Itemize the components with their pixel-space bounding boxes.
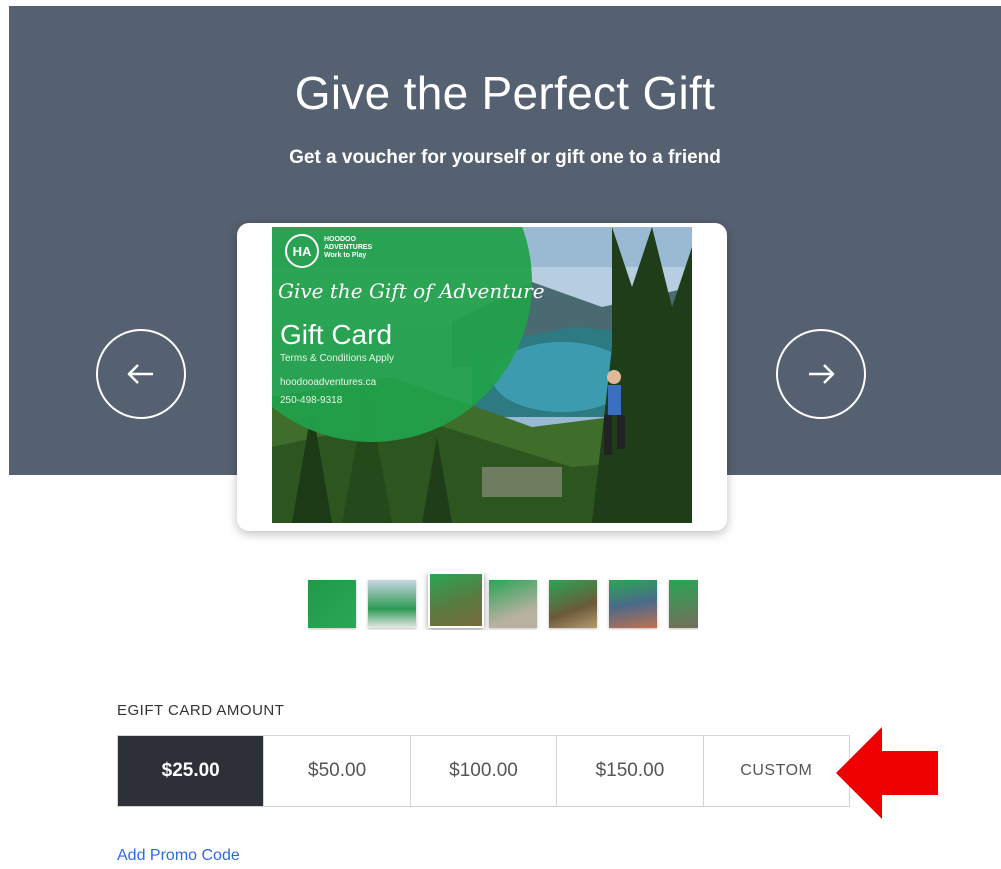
thumbnail-4[interactable] xyxy=(489,580,537,628)
brand-logo: HA xyxy=(285,234,319,268)
amount-selector: $25.00 $50.00 $100.00 $150.00 CUSTOM xyxy=(117,735,850,807)
amount-option-150[interactable]: $150.00 xyxy=(556,736,702,806)
thumbnail-3[interactable] xyxy=(428,572,484,628)
gift-card-phone: 250-498-9318 xyxy=(280,395,343,406)
carousel-next-button[interactable] xyxy=(776,329,866,419)
mountain-landscape-image xyxy=(272,227,692,523)
amount-option-100[interactable]: $100.00 xyxy=(409,736,556,806)
arrow-right-icon xyxy=(809,364,835,384)
page-title: Give the Perfect Gift xyxy=(294,67,716,119)
red-arrow-left-icon xyxy=(836,727,938,819)
thumbnail-6[interactable] xyxy=(609,580,657,628)
thumbnail-2[interactable] xyxy=(368,580,416,628)
gift-card-script-title: Give the Gift of Adventure xyxy=(278,279,545,303)
egift-amount-label: EGIFT CARD AMOUNT xyxy=(117,702,285,719)
brand-name: HOODOO ADVENTURES Work to Play xyxy=(324,236,373,259)
gift-card-website: hoodooadventures.ca xyxy=(280,377,377,388)
thumbnail-strip xyxy=(308,572,698,630)
thumbnail-5[interactable] xyxy=(549,580,597,628)
carousel-prev-button[interactable] xyxy=(96,329,186,419)
page-subtitle: Get a voucher for yourself or gift one t… xyxy=(289,147,721,168)
thumbnail-1[interactable] xyxy=(308,580,356,628)
amount-option-custom[interactable]: CUSTOM xyxy=(702,736,849,806)
gift-card-terms: Terms & Conditions Apply xyxy=(280,353,394,364)
thumbnail-7[interactable] xyxy=(669,580,698,628)
amount-option-25[interactable]: $25.00 xyxy=(118,736,264,806)
gift-card-preview: HA HOODOO ADVENTURES Work to Play Give t… xyxy=(237,223,727,531)
gift-card-title: Gift Card xyxy=(280,319,393,350)
arrow-left-icon xyxy=(127,364,153,384)
amount-option-50[interactable]: $50.00 xyxy=(263,736,409,806)
gift-card-image: HA HOODOO ADVENTURES Work to Play Give t… xyxy=(272,227,692,523)
add-promo-code-link[interactable]: Add Promo Code xyxy=(117,847,240,865)
